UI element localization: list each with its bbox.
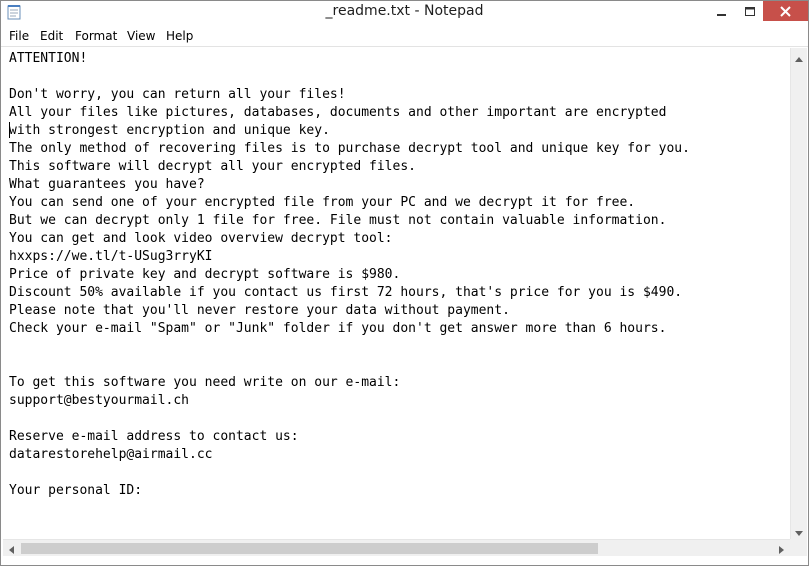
menu-file[interactable]: File	[9, 29, 29, 43]
scroll-up-button[interactable]	[791, 48, 807, 65]
chevron-right-icon	[779, 539, 784, 558]
text-line: Please note that you'll never restore yo…	[9, 303, 510, 318]
scroll-down-button[interactable]	[791, 522, 807, 539]
menu-view[interactable]: View	[127, 29, 155, 43]
text-line: Reserve e-mail address to contact us:	[9, 429, 299, 444]
menu-help[interactable]: Help	[166, 29, 193, 43]
scroll-right-button[interactable]	[773, 540, 790, 556]
window-title: _readme.txt - Notepad	[325, 3, 484, 19]
text-line: Don't worry, you can return all your fil…	[9, 87, 346, 102]
maximize-button[interactable]	[736, 1, 764, 21]
text-line: datarestorehelp@airmail.cc	[9, 447, 213, 462]
scroll-left-button[interactable]	[3, 540, 20, 556]
text-line: You can get and look video overview decr…	[9, 231, 393, 246]
vertical-scrollbar[interactable]	[790, 48, 807, 539]
text-editor[interactable]: ATTENTION! Don't worry, you can return al…	[3, 48, 790, 539]
text-line	[9, 338, 690, 356]
text-line: To get this software you need write on o…	[9, 375, 401, 390]
text-line: The only method of recovering files is t…	[9, 141, 690, 156]
text-line	[9, 410, 690, 428]
text-line: Discount 50% available if you contact us…	[9, 285, 683, 300]
minimize-icon	[717, 2, 727, 21]
text-line: Price of private key and decrypt softwar…	[9, 267, 401, 282]
menu-bar: File Edit Format View Help	[1, 26, 808, 47]
text-line: ATTENTION!	[9, 51, 88, 66]
maximize-icon	[744, 2, 756, 21]
text-line: This software will decrypt all your encr…	[9, 159, 416, 174]
title-bar[interactable]: _readme.txt - Notepad	[1, 1, 808, 25]
chevron-left-icon	[9, 539, 14, 558]
text-caret	[9, 122, 10, 138]
text-line: You can send one of your encrypted file …	[9, 195, 636, 210]
size-grip[interactable]	[790, 539, 807, 556]
text-line: hxxps://we.tl/t-USug3rryKI	[9, 249, 213, 264]
text-line: with strongest encryption and unique key…	[9, 123, 330, 138]
document-text[interactable]: ATTENTION! Don't worry, you can return al…	[9, 50, 690, 500]
menu-edit[interactable]: Edit	[40, 29, 63, 43]
horizontal-scroll-thumb[interactable]	[21, 543, 598, 554]
close-icon	[780, 2, 791, 21]
horizontal-scrollbar[interactable]	[3, 539, 790, 556]
close-button[interactable]	[763, 1, 808, 21]
menu-format[interactable]: Format	[75, 29, 117, 43]
notepad-window: _readme.txt - Notepad File Edit Format V…	[0, 0, 809, 566]
text-line: What guarantees you have?	[9, 177, 205, 192]
minimize-button[interactable]	[708, 1, 736, 21]
text-line	[9, 356, 690, 374]
text-line	[9, 68, 690, 86]
chevron-down-icon	[795, 521, 803, 540]
text-line: support@bestyourmail.ch	[9, 393, 190, 408]
text-line: But we can decrypt only 1 file for free.…	[9, 213, 667, 228]
text-line: Check your e-mail "Spam" or "Junk" folde…	[9, 321, 667, 336]
chevron-up-icon	[795, 47, 803, 66]
text-line: All your files like pictures, databases,…	[9, 105, 667, 120]
text-line: Your personal ID:	[9, 483, 143, 498]
text-line	[9, 464, 690, 482]
